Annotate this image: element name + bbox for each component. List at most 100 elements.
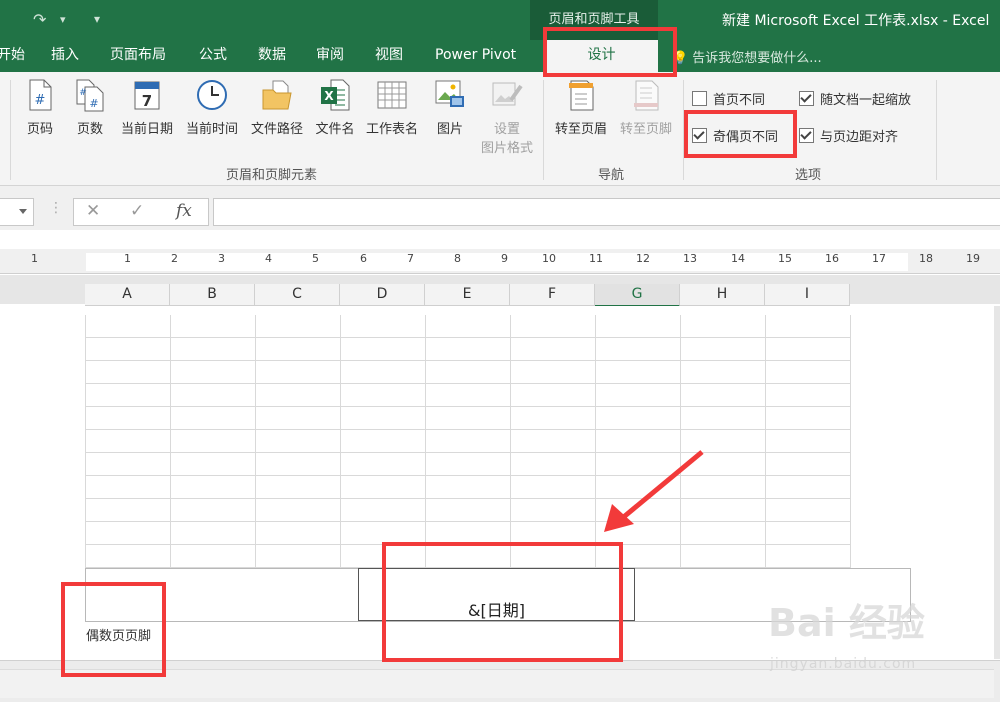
splitter-dots-icon[interactable]: ⋮	[49, 200, 63, 216]
group-label-elements: 页眉和页脚元素	[226, 168, 318, 183]
ruler-number: 4	[265, 252, 272, 265]
column-header-c[interactable]: C	[255, 284, 340, 306]
checkbox-different-first-page[interactable]	[692, 91, 707, 106]
page-number-icon: #	[29, 79, 52, 111]
column-header-i[interactable]: I	[765, 284, 850, 306]
goto-footer-icon	[634, 80, 659, 111]
ruler-number: 16	[825, 252, 839, 265]
column-header-e[interactable]: E	[425, 284, 510, 306]
watermark-url: jingyan.baidu.com	[770, 656, 917, 672]
horizontal-ruler: 1 1 2 3 4 5 6 7 8 9 10 11 12 13 14 15 16 17 18 19	[0, 249, 1000, 274]
formula-bar: ⋮ ✕ ✓ fx	[0, 186, 1000, 230]
page-count-icon: # #	[76, 79, 104, 112]
svg-text:7: 7	[142, 92, 152, 110]
svg-text:#: #	[79, 88, 87, 98]
svg-text:#: #	[35, 93, 46, 108]
ruler-number: 2	[171, 252, 178, 265]
ribbon-tabs: 开始 插入 页面布局 公式 数据 审阅 视图 Power Pivot	[0, 40, 1000, 72]
insert-function-button[interactable]: fx	[176, 201, 192, 221]
ribbon-body: # 页码 # # 页数 7 当前日期 当前时间 文件路径 X 文件名 工作表名 …	[0, 72, 1000, 186]
group-separator	[936, 80, 937, 180]
checkbox-scale-with-document[interactable]	[799, 91, 814, 106]
baidu-watermark: Bai 经验 jingyan.baidu.com	[760, 592, 990, 682]
annotation-box-footer-date	[382, 542, 623, 662]
checkbox-align-with-margins[interactable]	[799, 128, 814, 143]
current-date-button[interactable]: 7 当前日期	[117, 78, 177, 137]
column-header-b[interactable]: B	[170, 284, 255, 306]
name-box[interactable]	[0, 198, 34, 226]
formula-buttons: ✕ ✓ fx	[73, 198, 209, 226]
calendar-icon: 7	[134, 81, 160, 110]
svg-text:X: X	[324, 89, 334, 103]
ruler-number: 18	[919, 252, 933, 265]
format-picture-button[interactable]: 设置 图片格式	[477, 78, 537, 156]
tell-me-text: 告诉我您想要做什么...	[692, 51, 822, 66]
ruler-number: 5	[312, 252, 319, 265]
column-header-g[interactable]: G	[595, 284, 680, 307]
group-label-options: 选项	[795, 168, 822, 183]
ruler-number: 15	[778, 252, 792, 265]
title-bar: ↷ ▾ ▾ 页眉和页脚工具 新建 Microsoft Excel 工作表.xls…	[0, 0, 1000, 40]
ruler-number: 1	[124, 252, 131, 265]
redo-dropdown-icon[interactable]: ▾	[60, 13, 66, 26]
tab-review[interactable]: 审阅	[316, 40, 344, 72]
annotation-box-footer-label	[61, 582, 166, 677]
baidu-logo-text: Bai 经验	[768, 601, 925, 645]
ruler-number: 17	[872, 252, 886, 265]
column-header-a[interactable]: A	[85, 284, 170, 306]
picture-icon	[435, 80, 464, 107]
ruler-number: 19	[966, 252, 980, 265]
ruler-number: 6	[360, 252, 367, 265]
option-scale-with-document[interactable]: 随文档一起缩放	[799, 89, 911, 108]
tab-page-layout[interactable]: 页面布局	[110, 40, 166, 72]
excel-file-icon: X	[321, 79, 350, 111]
annotation-arrow-icon	[604, 450, 704, 532]
tab-insert[interactable]: 插入	[51, 40, 79, 72]
redo-icon[interactable]: ↷	[33, 10, 46, 29]
ruler-number: 3	[218, 252, 225, 265]
ruler-number: 1	[31, 252, 38, 265]
picture-button[interactable]: 图片	[420, 78, 480, 137]
tab-formulas[interactable]: 公式	[199, 40, 227, 72]
ruler-number: 13	[683, 252, 697, 265]
folder-icon	[262, 80, 292, 110]
tab-view[interactable]: 视图	[375, 40, 403, 72]
option-align-with-margins[interactable]: 与页边距对齐	[799, 126, 898, 145]
formula-input[interactable]	[213, 198, 1000, 226]
group-separator	[543, 80, 544, 180]
column-header-f[interactable]: F	[510, 284, 595, 306]
file-path-button[interactable]: 文件路径	[247, 78, 307, 137]
window-title: 新建 Microsoft Excel 工作表.xlsx - Excel	[722, 13, 990, 29]
current-time-button[interactable]: 当前时间	[182, 78, 242, 137]
name-box-dropdown-icon[interactable]	[19, 209, 27, 214]
cell-grid[interactable]	[85, 315, 851, 568]
ruler-number: 8	[454, 252, 461, 265]
goto-footer-button[interactable]: 转至页脚	[614, 78, 678, 137]
ruler-number: 12	[636, 252, 650, 265]
page-count-button[interactable]: # # 页数	[60, 78, 120, 137]
column-header-h[interactable]: H	[680, 284, 765, 306]
customize-qat-icon[interactable]: ▾	[94, 12, 100, 26]
file-name-button[interactable]: X 文件名	[305, 78, 365, 137]
goto-header-icon	[569, 80, 594, 111]
option-different-first-page[interactable]: 首页不同	[692, 89, 765, 108]
ruler-number: 10	[542, 252, 556, 265]
clock-icon	[197, 80, 227, 110]
tab-data[interactable]: 数据	[258, 40, 286, 72]
annotation-box-odd-even-option	[684, 110, 797, 158]
ruler-number: 14	[731, 252, 745, 265]
sheet-grid-icon	[377, 81, 407, 109]
column-header-d[interactable]: D	[340, 284, 425, 306]
sheet-name-button[interactable]: 工作表名	[362, 78, 422, 137]
ruler-number: 7	[407, 252, 414, 265]
ruler-number: 11	[589, 252, 603, 265]
goto-header-button[interactable]: 转至页眉	[549, 78, 613, 137]
tab-power-pivot[interactable]: Power Pivot	[435, 40, 516, 72]
tell-me-search[interactable]: 💡 告诉我您想要做什么...	[672, 47, 822, 66]
annotation-box-design-tab	[543, 27, 677, 77]
ruler-number: 9	[501, 252, 508, 265]
tab-home[interactable]: 开始	[0, 40, 25, 72]
enter-check-icon[interactable]: ✓	[130, 201, 144, 221]
svg-text:#: #	[89, 97, 98, 110]
cancel-icon[interactable]: ✕	[86, 201, 100, 221]
